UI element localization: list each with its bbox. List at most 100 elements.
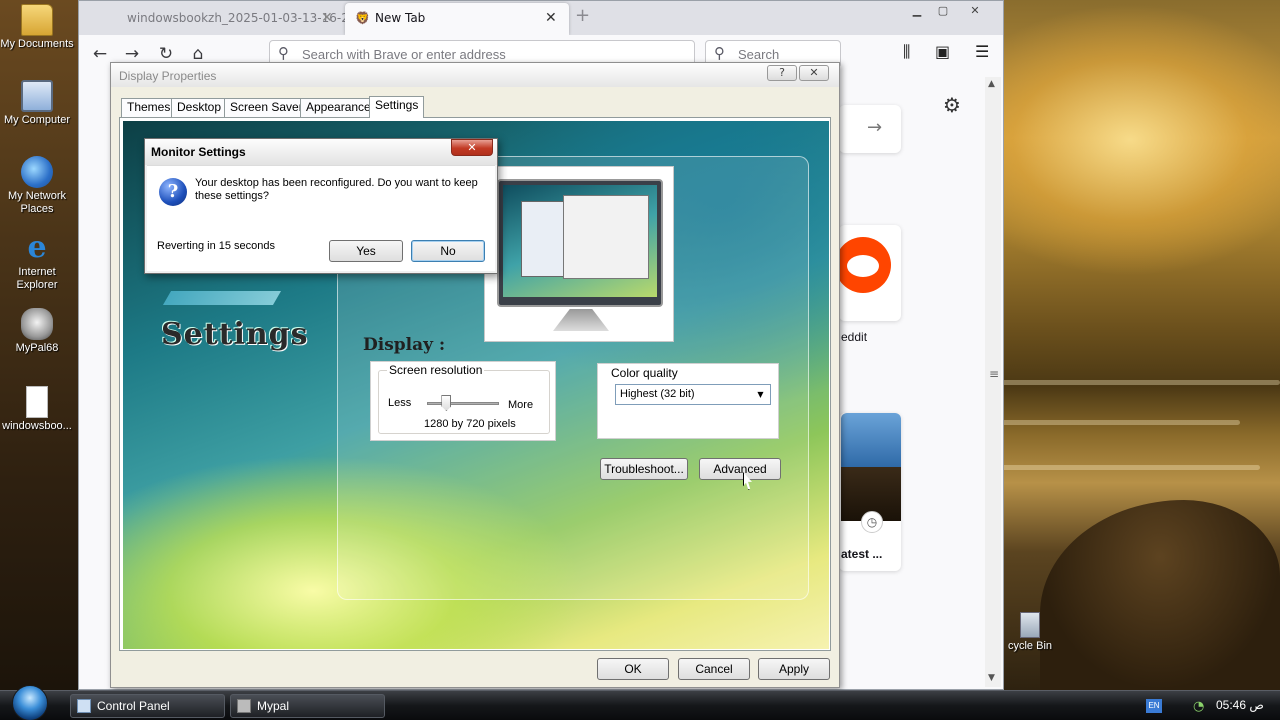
tab-screen-saver[interactable]: Screen Saver — [224, 98, 309, 117]
network-icon — [21, 156, 53, 188]
color-quality-value: Highest (32 bit) — [620, 388, 695, 400]
yes-button[interactable]: Yes — [329, 240, 403, 262]
tile-label: eddit — [841, 330, 868, 344]
tab-close-icon[interactable]: ✕ — [545, 3, 557, 33]
desktop-icon-label: My Documents — [0, 38, 74, 50]
minimize-icon[interactable]: ▁ — [905, 3, 929, 19]
settings-plate — [162, 291, 282, 305]
settings-heading: Settings — [161, 317, 309, 352]
popup-close-icon[interactable]: ✕ — [451, 139, 493, 156]
tab-close-icon[interactable]: ✕ — [321, 3, 333, 33]
desktop-icon-label: windowsboo... — [2, 420, 72, 432]
arrow-right-icon: → — [867, 117, 883, 138]
search-go-card[interactable]: → — [839, 105, 901, 153]
wave — [1000, 465, 1260, 470]
less-label: Less — [388, 397, 412, 409]
chevron-down-icon[interactable]: ▼ — [753, 387, 768, 402]
address-placeholder: Search with Brave or enter address — [302, 47, 506, 62]
group-title: Screen resolution — [387, 363, 485, 377]
language-indicator[interactable]: EN — [1146, 699, 1162, 713]
mypal-icon — [21, 308, 53, 340]
ok-button[interactable]: OK — [597, 658, 669, 680]
scroll-down-icon[interactable]: ▼ — [988, 673, 995, 683]
color-quality-box: Color quality Highest (32 bit) ▼ — [597, 363, 779, 439]
desktop-icon-network-places[interactable]: My Network Places — [0, 156, 74, 216]
display-label: Display : — [363, 335, 446, 355]
wave — [1000, 380, 1280, 385]
screen-resolution-group: Screen resolution Less More 1280 by 720 … — [378, 363, 550, 434]
control-panel-icon — [77, 699, 91, 713]
brave-lion-icon: 🦁 — [355, 11, 370, 25]
computer-icon — [21, 80, 53, 112]
help-button[interactable]: ? — [767, 65, 797, 81]
scroll-thumb[interactable]: ≡ — [989, 367, 999, 381]
no-button[interactable]: No — [411, 240, 485, 262]
tab-title: windowsbookzh_2025-01-03-13-16-2 — [127, 11, 345, 25]
scroll-up-icon[interactable]: ▲ — [988, 79, 995, 89]
reddit-icon — [835, 237, 891, 293]
new-tab-plus-icon[interactable]: + — [575, 5, 590, 26]
popup-title: Monitor Settings — [151, 145, 246, 159]
desktop-icon-recycle-bin[interactable]: cycle Bin — [1000, 612, 1060, 653]
mypal-icon — [237, 699, 251, 713]
more-label: More — [508, 399, 534, 411]
wave — [1000, 420, 1240, 425]
resolution-slider-track[interactable] — [427, 402, 499, 405]
desktop-icon-my-computer[interactable]: My Computer — [0, 80, 74, 127]
start-button[interactable] — [12, 685, 48, 720]
tab-settings[interactable]: Settings — [369, 96, 425, 118]
apply-button[interactable]: Apply — [758, 658, 830, 680]
taskbar-item-mypal[interactable]: Mypal — [230, 694, 385, 718]
ie-icon: e — [27, 230, 47, 265]
tab-desktop[interactable]: Desktop — [171, 98, 228, 117]
search-icon: ⚲ — [714, 44, 725, 62]
popup-message: Your desktop has been reconfigured. Do y… — [195, 177, 478, 202]
screen-resolution-box: Screen resolution Less More 1280 by 720 … — [370, 361, 556, 441]
network-status-icon[interactable]: ◔ — [1193, 699, 1204, 714]
tab-title: New Tab — [375, 11, 426, 25]
tile-label: atest ... — [841, 547, 883, 561]
monitor-settings-dialog: Monitor Settings ✕ ? Your desktop has be… — [144, 138, 498, 274]
desktop-icon-label: cycle Bin — [1007, 640, 1053, 652]
desktop-icon-file[interactable]: windowsboo... — [0, 386, 74, 433]
dialog-title-bar[interactable]: Display Properties ? ✕ — [111, 63, 839, 87]
clock-icon: ◷ — [861, 511, 883, 533]
library-icon[interactable]: ⫼ — [903, 42, 910, 62]
desktop-icon-label: My Network Places — [7, 190, 67, 215]
desktop-icon-label: My Computer — [3, 114, 71, 126]
taskbar: Control Panel Mypal EN ◔ 05:46 ص — [0, 685, 1280, 720]
taskbar-item-control-panel[interactable]: Control Panel — [70, 694, 225, 718]
resolution-slider-thumb[interactable] — [441, 395, 452, 411]
dialog-title: Display Properties — [119, 69, 217, 83]
taskbar-item-label: Control Panel — [97, 699, 170, 713]
popup-body: ? Your desktop has been reconfigured. Do… — [147, 165, 495, 271]
tab-inactive[interactable]: windowsbookzh_2025-01-03-13-16-2 ✕ — [79, 3, 345, 35]
troubleshoot-button[interactable]: Troubleshoot... — [600, 458, 688, 480]
file-icon — [26, 386, 48, 418]
desktop-icon-mypal68[interactable]: MyPal68 — [0, 308, 74, 355]
tab-themes[interactable]: Themes — [121, 98, 177, 117]
gear-icon[interactable]: ⚙ — [943, 93, 961, 117]
desktop-icon-my-documents[interactable]: My Documents — [0, 4, 74, 51]
advanced-button[interactable]: Advanced — [699, 458, 781, 480]
cancel-button[interactable]: Cancel — [678, 658, 750, 680]
sidebar-icon[interactable]: ▣ — [935, 42, 950, 61]
desktop-icon-label: Internet Explorer — [16, 266, 58, 291]
maximize-icon[interactable]: ▢ — [931, 3, 955, 19]
taskbar-item-label: Mypal — [257, 699, 290, 713]
popup-title-bar[interactable]: Monitor Settings ✕ — [145, 139, 497, 165]
close-icon[interactable]: ✕ — [963, 3, 987, 19]
folder-icon — [21, 4, 53, 36]
tab-appearance[interactable]: Appearance — [300, 98, 377, 117]
recycle-bin-icon — [1020, 612, 1040, 638]
tab-active[interactable]: 🦁 New Tab ✕ — [345, 3, 569, 35]
question-icon: ? — [159, 178, 187, 206]
scrollbar[interactable]: ▲ ≡ ▼ — [985, 77, 1001, 687]
menu-icon[interactable]: ☰ — [975, 42, 989, 61]
color-quality-select[interactable]: Highest (32 bit) ▼ — [615, 384, 771, 405]
dialog-close-button[interactable]: ✕ — [799, 65, 829, 81]
clock[interactable]: 05:46 ص — [1216, 698, 1264, 712]
color-quality-title: Color quality — [611, 366, 678, 380]
desktop-icon-internet-explorer[interactable]: e Internet Explorer — [0, 232, 74, 292]
desktop-icon-label: MyPal68 — [15, 342, 59, 354]
